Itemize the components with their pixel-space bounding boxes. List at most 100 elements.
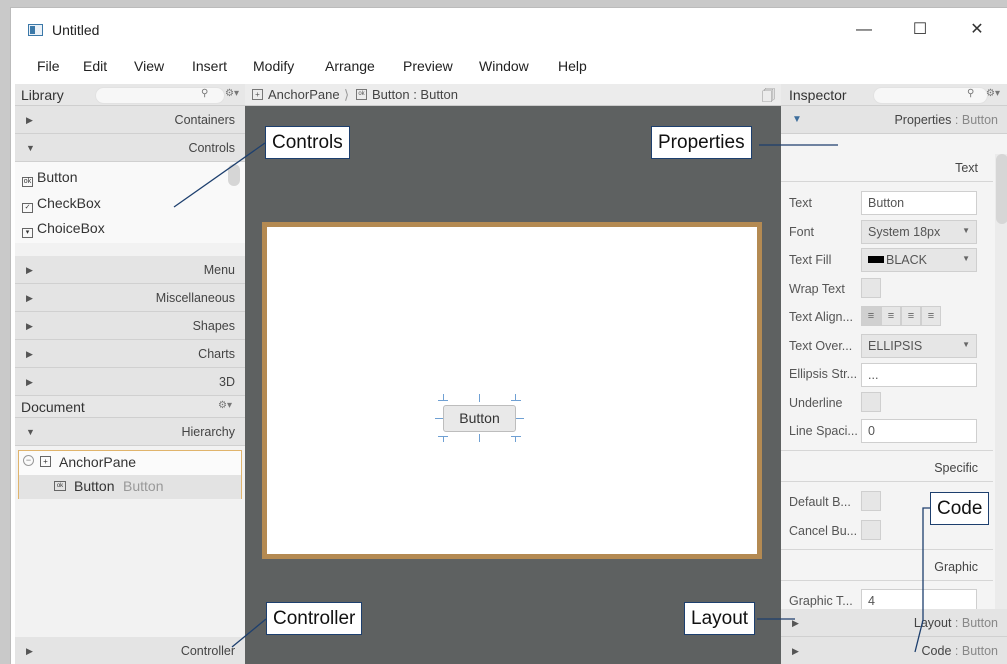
section-hierarchy[interactable]: ▼ Hierarchy bbox=[15, 418, 245, 446]
menu-arrange[interactable]: Arrange bbox=[325, 58, 375, 74]
divider bbox=[781, 450, 993, 451]
expand-arrow-icon: ▶ bbox=[26, 321, 33, 331]
properties-sub: : Button bbox=[954, 113, 998, 127]
menu-edit[interactable]: Edit bbox=[83, 58, 107, 74]
text-field[interactable]: Button bbox=[861, 191, 977, 215]
selection-handle[interactable] bbox=[438, 400, 448, 401]
item-label: ChoiceBox bbox=[37, 220, 105, 236]
wrap-text-checkbox[interactable] bbox=[861, 278, 881, 298]
library-title: Library bbox=[21, 87, 64, 103]
collapse-toggle-icon[interactable]: − bbox=[23, 455, 34, 466]
selection-handle[interactable] bbox=[516, 418, 524, 419]
scroll-thumb[interactable] bbox=[996, 154, 1007, 224]
prop-label-ellipsis: Ellipsis Str... bbox=[789, 367, 858, 381]
collapse-arrow-icon: ▼ bbox=[26, 143, 35, 153]
default-button-checkbox[interactable] bbox=[861, 491, 881, 511]
list-scrollbar[interactable] bbox=[228, 164, 240, 186]
menu-modify[interactable]: Modify bbox=[253, 58, 294, 74]
search-icon[interactable]: ⚲ bbox=[967, 88, 974, 99]
align-center-button[interactable]: ≡ bbox=[881, 306, 901, 326]
selection-handle[interactable] bbox=[443, 436, 444, 442]
align-right-button[interactable]: ≡ bbox=[901, 306, 921, 326]
canvas-button[interactable]: Button bbox=[443, 405, 516, 432]
inspector-header: Inspector ⚲ ⚙▾ bbox=[781, 84, 1007, 106]
menu-insert[interactable]: Insert bbox=[192, 58, 227, 74]
code-sub: : Button bbox=[954, 644, 998, 658]
section-shapes[interactable]: ▶ Shapes bbox=[15, 312, 245, 340]
expand-arrow-icon: ▶ bbox=[26, 293, 33, 303]
underline-checkbox[interactable] bbox=[861, 392, 881, 412]
settings-menu-icon[interactable]: ⚙▾ bbox=[218, 400, 232, 411]
prop-label-cancel: Cancel Bu... bbox=[789, 524, 858, 538]
section-code[interactable]: ▶ Code : Button bbox=[781, 637, 1007, 664]
section-containers[interactable]: ▶ Containers bbox=[15, 106, 245, 134]
menu-window[interactable]: Window bbox=[479, 58, 529, 74]
section-charts[interactable]: ▶ Charts bbox=[15, 340, 245, 368]
selection-handle[interactable] bbox=[443, 394, 444, 400]
section-3d[interactable]: ▶ 3D bbox=[15, 368, 245, 396]
selection-handle[interactable] bbox=[479, 434, 480, 442]
selection-handle[interactable] bbox=[479, 394, 480, 402]
prop-label-default: Default B... bbox=[789, 495, 851, 509]
library-header: Library ⚲ ⚙▾ bbox=[15, 84, 245, 106]
breadcrumb-current[interactable]: Button : Button bbox=[372, 87, 458, 102]
selection-handle[interactable] bbox=[511, 436, 521, 437]
inspector-scrollbar[interactable] bbox=[995, 154, 1007, 624]
selection-handle[interactable] bbox=[511, 400, 521, 401]
canvas-anchorpane[interactable]: Button bbox=[262, 222, 762, 559]
callout-controls: Controls bbox=[265, 126, 350, 159]
menu-help[interactable]: Help bbox=[558, 58, 587, 74]
text-fill-select[interactable]: BLACK ▼ bbox=[861, 248, 977, 272]
section-specific-label: Specific bbox=[934, 461, 978, 475]
selection-handle[interactable] bbox=[515, 436, 516, 442]
expand-arrow-icon: ▶ bbox=[792, 618, 799, 628]
selection-handle[interactable] bbox=[515, 394, 516, 400]
list-item-checkbox[interactable]: ✓ CheckBox bbox=[22, 195, 101, 213]
search-icon[interactable]: ⚲ bbox=[201, 88, 208, 99]
section-properties[interactable]: ▼ Properties : Button bbox=[781, 106, 1007, 134]
properties-label: Properties : Button bbox=[894, 113, 998, 127]
settings-menu-icon[interactable]: ⚙▾ bbox=[225, 88, 239, 99]
section-layout[interactable]: ▶ Layout : Button bbox=[781, 609, 1007, 637]
tree-item-button[interactable]: ok Button Button bbox=[19, 475, 241, 499]
document-title: Document bbox=[21, 399, 85, 415]
tree-item-anchorpane[interactable]: − + AnchorPane bbox=[19, 451, 241, 475]
anchorpane-icon: + bbox=[40, 456, 51, 467]
menu-view[interactable]: View bbox=[134, 58, 164, 74]
menu-preview[interactable]: Preview bbox=[403, 58, 453, 74]
section-label: Controls bbox=[188, 141, 235, 155]
document-icon[interactable]: 🗍 bbox=[762, 87, 775, 109]
section-menu[interactable]: ▶ Menu bbox=[15, 256, 245, 284]
chevron-right-icon: ⟩ bbox=[344, 87, 350, 102]
cancel-button-checkbox[interactable] bbox=[861, 520, 881, 540]
divider bbox=[781, 580, 993, 581]
tree-item-label: Button bbox=[74, 478, 115, 494]
list-item-choicebox[interactable]: ▾ ChoiceBox bbox=[22, 220, 105, 238]
section-controls[interactable]: ▼ Controls bbox=[15, 134, 245, 162]
text-overrun-select[interactable]: ELLIPSIS ▼ bbox=[861, 334, 977, 358]
collapse-arrow-icon: ▼ bbox=[792, 114, 802, 125]
selection-handle[interactable] bbox=[435, 418, 443, 419]
align-justify-button[interactable]: ≡ bbox=[921, 306, 941, 326]
prop-label-underline: Underline bbox=[789, 396, 843, 410]
section-controller[interactable]: ▶ Controller bbox=[15, 637, 245, 664]
breadcrumb-parent[interactable]: AnchorPane bbox=[268, 87, 340, 102]
font-select[interactable]: System 18px ▼ bbox=[861, 220, 977, 244]
list-item-button[interactable]: ok Button bbox=[22, 169, 77, 187]
left-panel: Library ⚲ ⚙▾ ▶ Containers ▼ Controls ok B… bbox=[15, 84, 245, 664]
maximize-button[interactable]: ☐ bbox=[905, 18, 935, 42]
anchorpane-icon: + bbox=[252, 89, 263, 100]
button-icon: ok bbox=[356, 89, 367, 100]
expand-arrow-icon: ▶ bbox=[26, 115, 33, 125]
settings-menu-icon[interactable]: ⚙▾ bbox=[986, 88, 1000, 99]
line-spacing-field[interactable]: 0 bbox=[861, 419, 977, 443]
section-miscellaneous[interactable]: ▶ Miscellaneous bbox=[15, 284, 245, 312]
prop-label-fill: Text Fill bbox=[789, 253, 832, 267]
prop-label-align: Text Align... bbox=[789, 310, 853, 324]
menu-file[interactable]: File bbox=[37, 58, 60, 74]
minimize-button[interactable]: — bbox=[849, 18, 879, 42]
properties-title: Properties bbox=[894, 113, 952, 127]
ellipsis-string-field[interactable]: ... bbox=[861, 363, 977, 387]
close-button[interactable]: ✕ bbox=[962, 18, 992, 42]
align-left-button[interactable]: ≡ bbox=[861, 306, 881, 326]
